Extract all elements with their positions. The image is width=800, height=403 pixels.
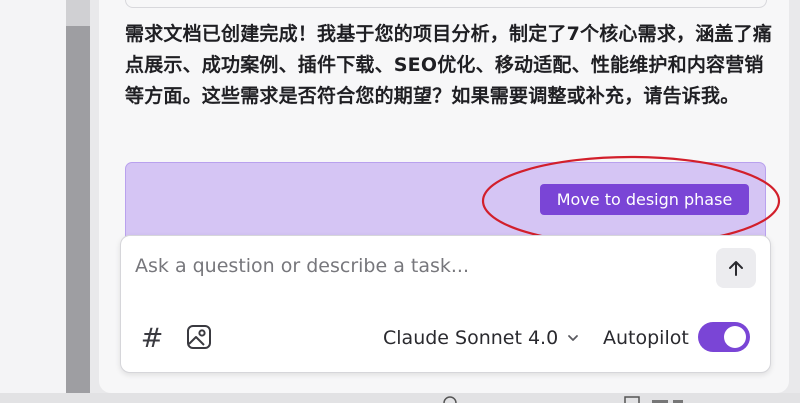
autopilot-label: Autopilot [603,327,689,349]
previous-message-box [125,0,767,8]
chevron-down-icon [566,331,580,345]
model-label: Claude Sonnet 4.0 [383,327,559,349]
composer-input[interactable] [133,250,707,282]
left-scrollbar-track-top [66,0,90,26]
send-button[interactable] [716,248,756,288]
hash-icon[interactable]: # [138,322,166,354]
left-sidebar [0,0,66,403]
image-icon[interactable] [185,323,213,351]
status-bar-icons [443,396,683,403]
arrow-up-icon [729,261,743,276]
autopilot-toggle[interactable] [698,322,750,352]
left-scrollbar[interactable] [66,0,90,403]
autopilot-toggle-knob [724,326,746,348]
model-selector[interactable]: Claude Sonnet 4.0 [383,324,580,352]
assistant-message: 需求文档已创建完成！我基于您的项目分析，制定了7个核心需求，涵盖了痛点展示、成功… [125,23,773,107]
